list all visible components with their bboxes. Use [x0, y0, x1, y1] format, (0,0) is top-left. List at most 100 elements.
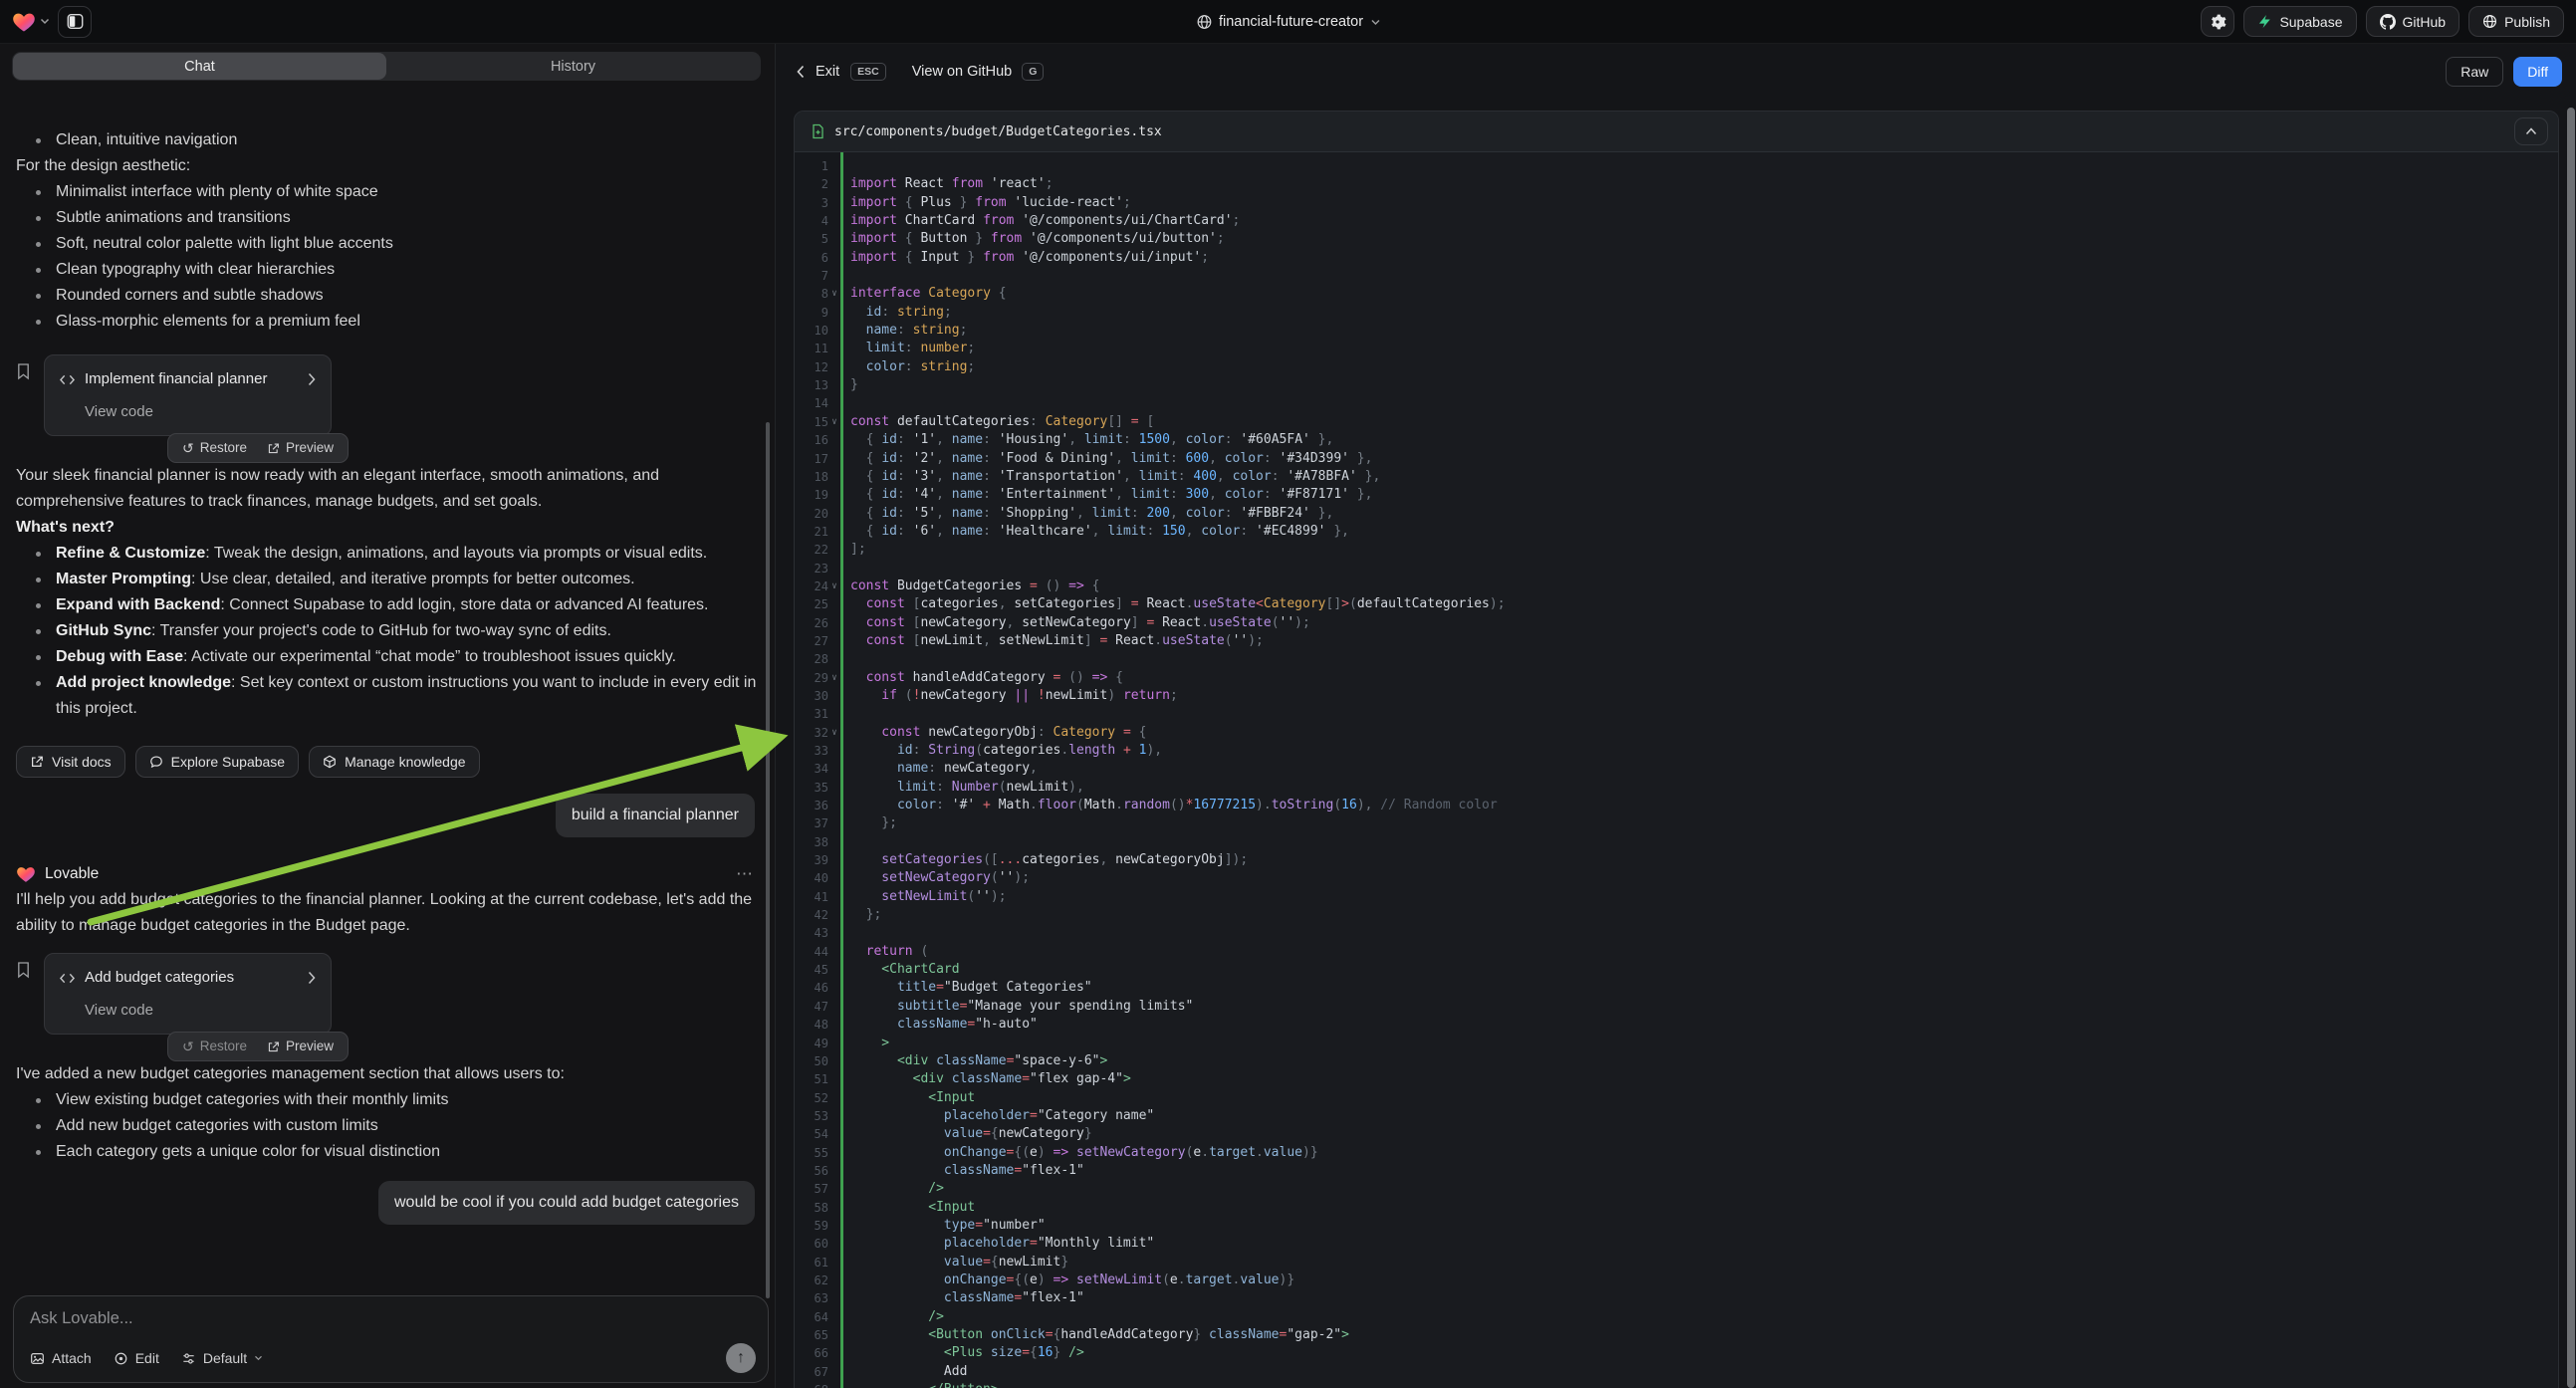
code-line: 2import React from 'react'; — [795, 175, 2558, 193]
code-text: const [newCategory, setNewCategory] = Re… — [840, 614, 2558, 632]
user-message: build a financial planner — [556, 794, 755, 837]
code-text: { id: '2', name: 'Food & Dining', limit:… — [840, 450, 2558, 468]
project-switcher[interactable]: financial-future-creator — [1196, 0, 1380, 44]
fold-spacer — [828, 212, 840, 230]
explore-supabase-button[interactable]: Explore Supabase — [135, 746, 299, 778]
line-number: 62 — [795, 1272, 828, 1289]
line-number: 41 — [795, 888, 828, 906]
version-card-implement-financial-planner[interactable]: Implement financial planner View code — [44, 354, 332, 436]
restore-button[interactable]: ↺ Restore — [182, 1034, 247, 1059]
fold-spacer — [828, 650, 840, 668]
fold-spacer — [828, 1344, 840, 1362]
fold-toggle[interactable]: ∨ — [828, 413, 840, 431]
assistant-name: Lovable — [45, 861, 99, 887]
code-line: 1 — [795, 157, 2558, 175]
app-window: financial-future-creator Supabase — [0, 0, 2576, 1388]
restore-button[interactable]: ↺ Restore — [182, 435, 247, 461]
bookmark-icon — [16, 961, 31, 979]
code-text: }; — [840, 814, 2558, 832]
view-code-link[interactable]: View code — [85, 399, 317, 425]
github-button[interactable]: GitHub — [2366, 6, 2460, 37]
line-number: 16 — [795, 431, 828, 449]
code-line: 4import ChartCard from '@/components/ui/… — [795, 212, 2558, 230]
line-number: 31 — [795, 705, 828, 723]
message-menu-button[interactable]: ⋯ — [736, 861, 759, 887]
sidebar-toggle-button[interactable] — [58, 6, 92, 38]
view-on-github-button[interactable]: View on GitHub G — [912, 63, 1045, 81]
lovable-logo-menu[interactable] — [12, 11, 50, 33]
collapse-file-button[interactable] — [2514, 117, 2548, 145]
edit-button[interactable]: Edit — [114, 1350, 159, 1366]
code-line: 3import { Plus } from 'lucide-react'; — [795, 194, 2558, 212]
view-code-link[interactable]: View code — [85, 998, 317, 1024]
fold-spacer — [828, 541, 840, 559]
raw-toggle-button[interactable]: Raw — [2446, 57, 2503, 87]
manage-knowledge-button[interactable]: Manage knowledge — [309, 746, 479, 778]
file-bar[interactable]: src/components/budget/BudgetCategories.t… — [795, 112, 2558, 152]
code-line: 58 <Input — [795, 1199, 2558, 1217]
visit-docs-button[interactable]: Visit docs — [16, 746, 125, 778]
bullet-item: Subtle animations and transitions — [34, 205, 759, 231]
code-viewer[interactable]: 1 2import React from 'react';3import { P… — [795, 152, 2558, 1388]
user-message: would be cool if you could add budget ca… — [378, 1181, 755, 1225]
chevron-up-icon — [2525, 127, 2537, 135]
mode-selector[interactable]: Default — [181, 1350, 263, 1366]
attach-button[interactable]: Attach — [30, 1350, 92, 1366]
user-message-row: would be cool if you could add budget ca… — [16, 1181, 759, 1225]
esc-shortcut-badge: ESC — [850, 63, 886, 81]
line-number: 64 — [795, 1308, 828, 1326]
fold-spacer — [828, 814, 840, 832]
chat-scrollbar[interactable] — [766, 422, 770, 1298]
fold-spacer — [828, 979, 840, 997]
code-line: 64 /> — [795, 1308, 2558, 1326]
preview-button[interactable]: Preview — [267, 1034, 334, 1059]
line-number: 65 — [795, 1326, 828, 1344]
line-number: 6 — [795, 249, 828, 267]
fold-toggle[interactable]: ∨ — [828, 669, 840, 687]
code-line: 60 placeholder="Monthly limit" — [795, 1235, 2558, 1253]
code-text — [840, 267, 2558, 285]
line-number: 45 — [795, 961, 828, 979]
fold-toggle[interactable]: ∨ — [828, 285, 840, 303]
line-number: 18 — [795, 468, 828, 486]
version-card-add-budget-categories[interactable]: Add budget categories View code — [44, 953, 332, 1035]
code-scrollbar[interactable] — [2567, 108, 2575, 1388]
chevron-left-icon — [796, 65, 805, 79]
fold-spacer — [828, 1381, 840, 1388]
supabase-button[interactable]: Supabase — [2243, 6, 2356, 37]
line-number: 15 — [795, 413, 828, 431]
settings-button[interactable] — [2201, 6, 2234, 37]
code-icon — [59, 971, 76, 986]
code-panel: Exit ESC View on GitHub G Raw Diff src/c… — [775, 44, 2576, 1388]
code-text: const [newLimit, setNewLimit] = React.us… — [840, 632, 2558, 650]
diff-toggle-button[interactable]: Diff — [2513, 57, 2562, 87]
code-text: subtitle="Manage your spending limits" — [840, 998, 2558, 1016]
bullet-item: Each category gets a unique color for vi… — [34, 1139, 759, 1165]
preview-button[interactable]: Preview — [267, 435, 334, 461]
chat-bubble-icon — [149, 755, 163, 769]
chevron-down-icon — [254, 1355, 263, 1361]
fold-spacer — [828, 632, 840, 650]
fold-spacer — [828, 1272, 840, 1289]
bullet-item: Debug with Ease: Activate our experiment… — [34, 644, 759, 670]
code-line: 61 value={newLimit} — [795, 1254, 2558, 1272]
fold-toggle[interactable]: ∨ — [828, 578, 840, 595]
code-text: <Button onClick={handleAddCategory} clas… — [840, 1326, 2558, 1344]
g-shortcut-badge: G — [1022, 63, 1044, 81]
tab-chat[interactable]: Chat — [13, 53, 386, 80]
external-link-icon — [30, 755, 44, 769]
line-number: 52 — [795, 1089, 828, 1107]
code-text: import { Plus } from 'lucide-react'; — [840, 194, 2558, 212]
fold-toggle[interactable]: ∨ — [828, 724, 840, 742]
code-text: <Plus size={16} /> — [840, 1344, 2558, 1362]
exit-button[interactable]: Exit ESC — [796, 63, 886, 81]
bullet-item: Clean, intuitive navigation — [34, 127, 759, 153]
send-button[interactable]: ↑ — [726, 1343, 756, 1373]
code-line: 15∨const defaultCategories: Category[] =… — [795, 413, 2558, 431]
line-number: 42 — [795, 906, 828, 924]
tab-history[interactable]: History — [386, 53, 760, 80]
publish-button[interactable]: Publish — [2468, 6, 2564, 37]
code-icon — [59, 372, 76, 387]
code-text: </Button> — [840, 1381, 2558, 1388]
chat-composer[interactable]: Ask Lovable... Attach Edit — [13, 1295, 769, 1383]
